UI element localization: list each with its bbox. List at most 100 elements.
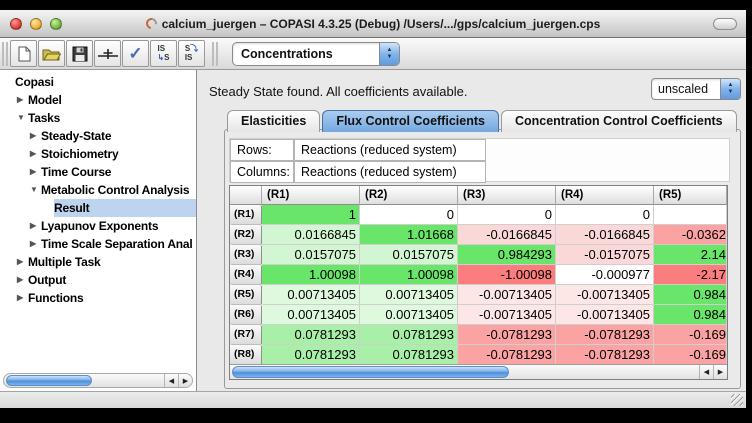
- scroll-left-button[interactable]: ◀: [164, 374, 178, 387]
- sidebar-item-model[interactable]: ▶Model: [0, 91, 196, 109]
- table-cell[interactable]: -1.00098: [458, 265, 556, 285]
- sidebar-item-result[interactable]: Result: [0, 199, 196, 217]
- scroll-right-button[interactable]: ▶: [178, 374, 192, 387]
- sidebar-item-lyapunov-exponents[interactable]: ▶Lyapunov Exponents: [0, 217, 196, 235]
- toolbar-grip[interactable]: [2, 42, 8, 66]
- sidebar-item-metabolic-control-analysis[interactable]: ▼Metabolic Control Analysis: [0, 181, 196, 199]
- table-cell[interactable]: 0.0781293: [262, 325, 360, 345]
- sidebar-item-functions[interactable]: ▶Functions: [0, 289, 196, 307]
- triangle-right-icon[interactable]: ▶: [30, 127, 41, 145]
- table-cell[interactable]: -0.169: [654, 325, 727, 345]
- column-header[interactable]: (R1): [262, 186, 360, 205]
- table-cell[interactable]: 0.00713405: [360, 285, 458, 305]
- tab-flux-control-coefficients[interactable]: Flux Control Coefficients: [322, 110, 499, 132]
- table-cell[interactable]: 1.00098: [360, 265, 458, 285]
- table-cell[interactable]: 0.0157075: [360, 245, 458, 265]
- row-header[interactable]: (R7): [230, 325, 262, 345]
- new-document-button[interactable]: [10, 40, 37, 67]
- tab-elasticities[interactable]: Elasticities: [227, 110, 320, 132]
- table-scrollbar-thumb[interactable]: [232, 366, 509, 378]
- stepper-arrows-icon[interactable]: ▲▼: [720, 79, 740, 99]
- sidebar-item-tasks[interactable]: ▼Tasks: [0, 109, 196, 127]
- table-cell[interactable]: -0.0166845: [458, 225, 556, 245]
- stepper-arrows-icon[interactable]: ▲▼: [379, 43, 399, 65]
- triangle-right-icon[interactable]: ▶: [30, 217, 41, 235]
- table-cell[interactable]: 0: [458, 205, 556, 225]
- table-cell[interactable]: 0.0781293: [360, 325, 458, 345]
- sidebar-horizontal-scrollbar[interactable]: ◀ ▶: [3, 373, 193, 388]
- sidebar-scrollbar-track[interactable]: [4, 374, 164, 387]
- sidebar-item-output[interactable]: ▶Output: [0, 271, 196, 289]
- simulate-button[interactable]: [94, 40, 121, 67]
- table-cell[interactable]: -2.17: [654, 265, 727, 285]
- save-button[interactable]: [66, 40, 93, 67]
- sidebar-item-time-course[interactable]: ▶Time Course: [0, 163, 196, 181]
- sidebar-item-stoichiometry[interactable]: ▶Stoichiometry: [0, 145, 196, 163]
- table-cell[interactable]: -0.0157075: [556, 245, 654, 265]
- column-header[interactable]: (R2): [360, 186, 458, 205]
- scroll-right-button[interactable]: ▶: [713, 365, 727, 379]
- table-cell[interactable]: 2.14: [654, 245, 727, 265]
- table-cell[interactable]: 0.00713405: [262, 305, 360, 325]
- row-header[interactable]: (R2): [230, 225, 262, 245]
- column-header[interactable]: (R4): [556, 186, 654, 205]
- row-header[interactable]: (R8): [230, 345, 262, 364]
- resize-grip-icon[interactable]: [731, 394, 743, 406]
- row-header[interactable]: (R6): [230, 305, 262, 325]
- s-to-is-button[interactable]: S⤵ IS: [178, 40, 205, 67]
- is-to-s-button[interactable]: IS ↳S: [150, 40, 177, 67]
- table-cell[interactable]: -0.00713405: [556, 285, 654, 305]
- table-cell[interactable]: -0.0781293: [458, 325, 556, 345]
- open-file-button[interactable]: [38, 40, 65, 67]
- row-header[interactable]: (R4): [230, 265, 262, 285]
- table-cell[interactable]: 0.0781293: [360, 345, 458, 364]
- table-cell[interactable]: 1.01668: [360, 225, 458, 245]
- table-cell[interactable]: 0: [360, 205, 458, 225]
- table-cell[interactable]: 0.0166845: [262, 225, 360, 245]
- table-scrollbar-track[interactable]: [230, 365, 699, 379]
- sidebar-item-copasi[interactable]: Copasi: [0, 73, 196, 91]
- sidebar-item-time-scale-separation-anal[interactable]: ▶Time Scale Separation Anal: [0, 235, 196, 253]
- toolbar-toggle-pill[interactable]: [713, 18, 737, 30]
- triangle-right-icon[interactable]: ▶: [17, 253, 28, 271]
- toolbar-separator-grip[interactable]: [212, 42, 218, 66]
- sidebar-item-steady-state[interactable]: ▶Steady-State: [0, 127, 196, 145]
- table-cell[interactable]: 0: [556, 205, 654, 225]
- table-cell[interactable]: 0.00713405: [360, 305, 458, 325]
- triangle-down-icon[interactable]: ▼: [30, 181, 41, 199]
- row-header[interactable]: (R3): [230, 245, 262, 265]
- table-cell[interactable]: 0.984: [654, 285, 727, 305]
- table-cell[interactable]: 0.0157075: [262, 245, 360, 265]
- table-corner-cell[interactable]: [230, 186, 262, 205]
- table-cell[interactable]: -0.0781293: [556, 325, 654, 345]
- table-cell[interactable]: 1.00098: [262, 265, 360, 285]
- table-cell[interactable]: -0.0781293: [556, 345, 654, 364]
- table-cell[interactable]: -0.00713405: [458, 285, 556, 305]
- triangle-right-icon[interactable]: ▶: [30, 163, 41, 181]
- table-cell[interactable]: 0.984: [654, 305, 727, 325]
- title-bar[interactable]: calcium_juergen – COPASI 4.3.25 (Debug) …: [0, 10, 746, 38]
- update-model-button[interactable]: ✓: [122, 40, 149, 67]
- table-cell[interactable]: -0.000977: [556, 265, 654, 285]
- tab-concentration-control-coefficients[interactable]: Concentration Control Coefficients: [501, 110, 737, 132]
- table-cell[interactable]: 1: [262, 205, 360, 225]
- column-header[interactable]: (R3): [458, 186, 556, 205]
- triangle-right-icon[interactable]: ▶: [17, 91, 28, 109]
- sidebar-item-multiple-task[interactable]: ▶Multiple Task: [0, 253, 196, 271]
- scale-dropdown[interactable]: unscaled ▲▼: [651, 78, 741, 100]
- triangle-right-icon[interactable]: ▶: [17, 289, 28, 307]
- table-cell[interactable]: -0.0781293: [458, 345, 556, 364]
- triangle-down-icon[interactable]: ▼: [17, 109, 28, 127]
- table-cell[interactable]: -0.0166845: [556, 225, 654, 245]
- triangle-right-icon[interactable]: ▶: [30, 145, 41, 163]
- table-horizontal-scrollbar[interactable]: ◀ ▶: [230, 364, 727, 379]
- triangle-right-icon[interactable]: ▶: [30, 235, 41, 253]
- table-cell[interactable]: 0.00713405: [262, 285, 360, 305]
- table-cell[interactable]: -0.0362: [654, 225, 727, 245]
- table-cell[interactable]: -0.169: [654, 345, 727, 364]
- table-cell[interactable]: -0.00713405: [556, 305, 654, 325]
- triangle-right-icon[interactable]: ▶: [17, 271, 28, 289]
- row-header[interactable]: (R1): [230, 205, 262, 225]
- sidebar-scrollbar-thumb[interactable]: [6, 375, 92, 386]
- table-cell[interactable]: 0.984293: [458, 245, 556, 265]
